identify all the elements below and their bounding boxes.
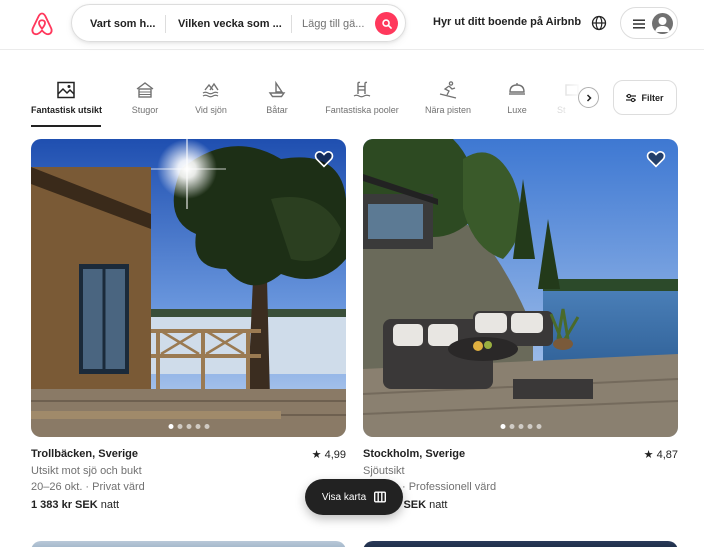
category-vid-sjon[interactable]: Vid sjön <box>190 80 232 128</box>
listing-rating: ★ 4,87 <box>643 449 678 461</box>
sliders-icon <box>626 93 637 102</box>
listing-photo-image <box>31 139 346 437</box>
cabin-icon <box>136 82 154 98</box>
category-label: Stugor <box>131 105 159 115</box>
search-icon <box>381 18 392 29</box>
category-label: Båtar <box>266 105 288 115</box>
ski-icon <box>439 81 457 99</box>
listing-details: 20–26 okt. · Privat värd <box>31 481 145 493</box>
listing-photo-image <box>363 139 678 437</box>
photo-pager-dots <box>500 424 541 429</box>
listing-title: Stockholm, Sverige <box>363 448 466 460</box>
listing-card-peek[interactable] <box>363 541 678 547</box>
rating-value: 4,99 <box>324 449 346 461</box>
listing-price: 1 383 kr SEK natt <box>31 499 346 511</box>
show-map-button[interactable]: Visa karta <box>305 479 403 515</box>
boat-icon <box>268 80 286 98</box>
category-batar[interactable]: Båtar <box>262 80 292 128</box>
listing-card[interactable]: Trollbäcken, Sverige ★ 4,99 Utsikt mot s… <box>31 139 346 511</box>
luxe-icon <box>509 83 525 95</box>
category-fantastisk-utsikt[interactable]: Fantastisk utsikt <box>31 80 103 128</box>
listing-subtitle: Utsikt mot sjö och bukt <box>31 465 142 477</box>
listing-details: · Professionell värd <box>402 481 497 493</box>
chevron-right-icon <box>586 93 592 102</box>
lake-icon <box>202 82 219 98</box>
map-icon <box>374 491 387 503</box>
price-amount: 1 383 kr SEK <box>31 499 98 511</box>
hamburger-icon <box>633 19 645 29</box>
user-menu-button[interactable] <box>620 7 678 39</box>
category-label: Fantastiska pooler <box>325 105 399 115</box>
listing-title: Trollbäcken, Sverige <box>31 448 138 460</box>
category-luxe[interactable]: Luxe <box>502 80 532 128</box>
pool-icon <box>353 81 371 98</box>
listing-rating: ★ 4,99 <box>311 449 346 461</box>
listing-price: kr SEK natt <box>363 499 678 511</box>
price-unit: natt <box>100 499 120 511</box>
search-guests[interactable]: Lägg till gä... <box>302 5 366 43</box>
user-avatar-icon <box>655 17 670 32</box>
globe-icon[interactable] <box>591 15 607 31</box>
category-label: Nära pisten <box>424 105 472 115</box>
category-nara-pisten[interactable]: Nära pisten <box>422 80 474 128</box>
host-link[interactable]: Hyr ut ditt boende på Airbnb <box>433 16 581 28</box>
rating-value: 4,87 <box>656 449 678 461</box>
divider <box>165 15 166 33</box>
price-unit: natt <box>429 499 448 511</box>
view-icon <box>57 81 75 99</box>
search-bar[interactable]: Vart som h... Vilken vecka som ... Lägg … <box>71 4 406 42</box>
avatar <box>652 13 673 34</box>
listing-photo[interactable] <box>31 139 346 437</box>
category-label: Vid sjön <box>195 105 227 115</box>
airbnb-logo-icon[interactable] <box>30 11 54 37</box>
category-label: Fantastisk utsikt <box>31 105 103 115</box>
photo-pager-dots <box>168 424 209 429</box>
category-label: Luxe <box>507 105 527 115</box>
top-navbar: Vart som h... Vilken vecka som ... Lägg … <box>0 0 704 50</box>
divider <box>291 15 292 33</box>
heart-icon[interactable] <box>314 150 334 168</box>
listing-card[interactable]: Stockholm, Sverige ★ 4,87 Sjöutsikt · Pr… <box>363 139 678 511</box>
category-stugor[interactable]: Stugor <box>125 80 165 128</box>
category-next-button[interactable] <box>578 87 599 108</box>
search-when[interactable]: Vilken vecka som ... <box>178 5 284 43</box>
listing-card-peek[interactable] <box>31 541 346 547</box>
search-where[interactable]: Vart som h... <box>90 5 160 43</box>
search-button[interactable] <box>375 12 398 35</box>
category-fantastiska-pooler[interactable]: Fantastiska pooler <box>322 80 402 128</box>
category-bar: Fantastisk utsikt Stugor Vid sjön Båtar <box>0 80 704 130</box>
filter-label: Filter <box>641 92 664 103</box>
filter-button[interactable]: Filter <box>613 80 677 115</box>
show-map-label: Visa karta <box>321 491 367 503</box>
listing-photo[interactable] <box>363 139 678 437</box>
listing-subtitle: Sjöutsikt <box>363 465 405 477</box>
heart-icon[interactable] <box>646 150 666 168</box>
